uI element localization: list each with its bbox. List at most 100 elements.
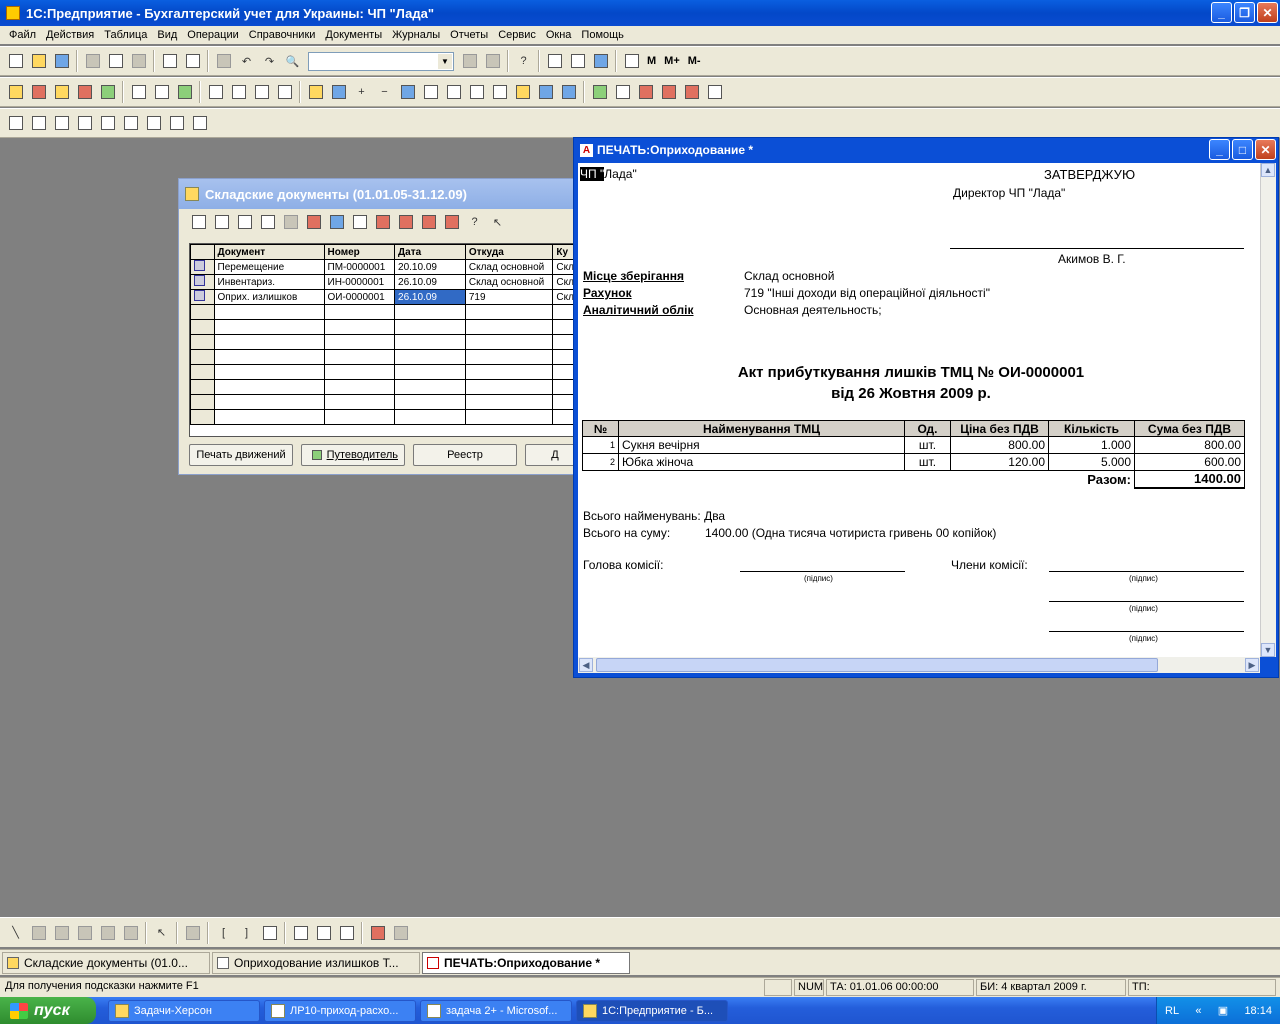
- analysis-icon[interactable]: [152, 83, 171, 102]
- help-icon[interactable]: ?: [514, 52, 533, 71]
- taskbar-item[interactable]: ЛР10-приход-расхо...: [264, 999, 416, 1022]
- sort-desc-icon[interactable]: [490, 83, 509, 102]
- book-icon[interactable]: [622, 52, 641, 71]
- people-icon[interactable]: [613, 83, 632, 102]
- table-row[interactable]: Оприх. излишков ОИ-0000001 26.10.09 719 …: [190, 289, 578, 305]
- line-tool-icon[interactable]: ╲: [6, 923, 25, 942]
- edit-doc-icon[interactable]: [212, 213, 231, 232]
- print-movements-button[interactable]: Печать движений: [189, 444, 293, 466]
- grid-icon[interactable]: [421, 83, 440, 102]
- cell-from[interactable]: Склад основной: [464, 259, 554, 275]
- edit-icon[interactable]: [444, 83, 463, 102]
- operations-icon[interactable]: [75, 83, 94, 102]
- menu-file[interactable]: Файл: [4, 29, 41, 41]
- context-help-icon[interactable]: ↖: [488, 213, 507, 232]
- menu-documents[interactable]: Документы: [320, 29, 387, 41]
- clock[interactable]: 18:14: [1244, 1005, 1272, 1017]
- save-icon[interactable]: [52, 52, 71, 71]
- close-button[interactable]: ✕: [1257, 2, 1278, 23]
- guide-button[interactable]: Путеводитель: [301, 444, 405, 466]
- sort-asc-icon[interactable]: [467, 83, 486, 102]
- split-icon[interactable]: [398, 83, 417, 102]
- warehouse-window-caption[interactable]: Складские документы (01.01.05-31.12.09): [179, 179, 577, 209]
- memory-button[interactable]: M: [643, 55, 660, 67]
- taskbar-item-active[interactable]: 1С:Предприятие - Б...: [576, 999, 728, 1022]
- menu-operations[interactable]: Операции: [182, 29, 243, 41]
- document-icon[interactable]: [129, 83, 148, 102]
- columns-icon[interactable]: [314, 923, 333, 942]
- payment-icon[interactable]: [275, 83, 294, 102]
- cell-date[interactable]: 26.10.09: [394, 274, 466, 290]
- start-button[interactable]: пуск: [0, 997, 96, 1024]
- print-window-caption[interactable]: A ПЕЧАТЬ:Оприходование * _ □ ✕: [574, 138, 1278, 162]
- menu-view[interactable]: Вид: [152, 29, 182, 41]
- text-tool-icon[interactable]: [52, 923, 71, 942]
- scroll-left-icon[interactable]: ◀: [579, 658, 593, 672]
- menu-help[interactable]: Помощь: [576, 29, 629, 41]
- cell-num[interactable]: ПМ-0000001: [323, 259, 396, 275]
- form6-icon[interactable]: [121, 114, 140, 133]
- postings-icon[interactable]: [396, 213, 415, 232]
- search-combo[interactable]: [308, 51, 454, 71]
- tree-icon[interactable]: [350, 213, 369, 232]
- scroll-up-icon[interactable]: ▲: [1261, 163, 1275, 177]
- cell-date-selected[interactable]: 26.10.09: [394, 289, 466, 305]
- cell-date[interactable]: 20.10.09: [394, 259, 466, 275]
- wizard-icon[interactable]: [98, 83, 117, 102]
- cell-from[interactable]: 719: [464, 289, 554, 305]
- minimize-button[interactable]: _: [1211, 2, 1232, 23]
- picture-tool-icon[interactable]: [75, 923, 94, 942]
- cut-icon[interactable]: [83, 52, 102, 71]
- copy-icon[interactable]: [106, 52, 125, 71]
- find-icon[interactable]: 🔍: [283, 52, 302, 71]
- tab-surplus-receipt[interactable]: Оприходование излишков Т...: [212, 951, 420, 974]
- rect-tool-icon[interactable]: [29, 923, 48, 942]
- language-indicator[interactable]: RL: [1165, 1005, 1179, 1017]
- grid-lines-icon[interactable]: [391, 923, 410, 942]
- cell-from[interactable]: Склад основной: [464, 274, 554, 290]
- print-preview-icon[interactable]: [183, 52, 202, 71]
- col-document[interactable]: Документ: [213, 244, 325, 260]
- add-doc-icon[interactable]: [189, 213, 208, 232]
- minus-icon[interactable]: −: [375, 83, 394, 102]
- print-maximize-button[interactable]: □: [1232, 139, 1253, 160]
- menu-table[interactable]: Таблица: [99, 29, 152, 41]
- menu-service[interactable]: Сервис: [493, 29, 541, 41]
- cell-doc[interactable]: Перемещение: [213, 259, 325, 275]
- report1-icon[interactable]: [636, 83, 655, 102]
- cell-doc[interactable]: Инвентариз.: [213, 274, 325, 290]
- group-icon[interactable]: [183, 923, 202, 942]
- calendar-icon[interactable]: [568, 52, 587, 71]
- form7-icon[interactable]: [144, 114, 163, 133]
- col-number[interactable]: Номер: [323, 244, 396, 260]
- ruler-icon[interactable]: [337, 923, 356, 942]
- table-row[interactable]: Перемещение ПМ-0000001 20.10.09 Склад ос…: [190, 259, 578, 275]
- form2-icon[interactable]: [29, 114, 48, 133]
- calculator-icon[interactable]: [545, 52, 564, 71]
- menu-windows[interactable]: Окна: [541, 29, 577, 41]
- journal-icon[interactable]: [29, 83, 48, 102]
- taskbar-item[interactable]: задача 2+ - Microsof...: [420, 999, 572, 1022]
- note-icon[interactable]: [513, 83, 532, 102]
- list-icon[interactable]: [206, 83, 225, 102]
- structure-icon[interactable]: [419, 213, 438, 232]
- print-close-button[interactable]: ✕: [1255, 139, 1276, 160]
- chart-icon[interactable]: [6, 83, 25, 102]
- tab-print-receipt[interactable]: ПЕЧАТЬ:Оприходование *: [422, 951, 630, 974]
- network-icon[interactable]: ▣: [1218, 1004, 1228, 1017]
- horizontal-scrollbar[interactable]: ◀ ▶: [578, 657, 1260, 673]
- unpost-icon[interactable]: [373, 213, 392, 232]
- table-row[interactable]: Инвентариз. ИН-0000001 26.10.09 Склад ос…: [190, 274, 578, 290]
- undo-icon[interactable]: ↶: [237, 52, 256, 71]
- print-minimize-button[interactable]: _: [1209, 139, 1230, 160]
- memory-plus-button[interactable]: M+: [660, 55, 684, 67]
- form8-icon[interactable]: [167, 114, 186, 133]
- paste-icon[interactable]: [129, 52, 148, 71]
- form5-icon[interactable]: [98, 114, 117, 133]
- memory-minus-button[interactable]: M-: [684, 55, 705, 67]
- scroll-down-icon[interactable]: ▼: [1261, 643, 1275, 657]
- report3-icon[interactable]: [682, 83, 701, 102]
- delete-doc-icon[interactable]: [304, 213, 323, 232]
- menu-actions[interactable]: Действия: [41, 29, 99, 41]
- col-from[interactable]: Откуда: [464, 244, 554, 260]
